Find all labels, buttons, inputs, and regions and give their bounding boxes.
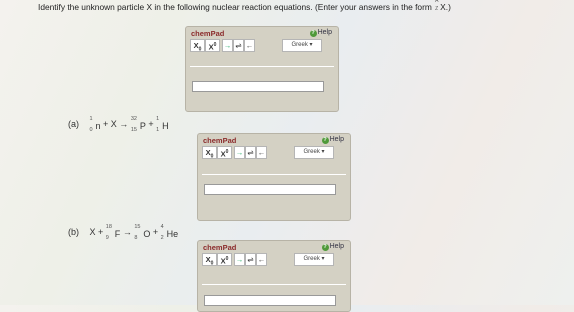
chempad-toolbar: X0 X0 → ⇌ ← Greek ▾ [198,146,350,160]
subscript-button[interactable]: X0 [190,39,205,53]
help-icon: ? [321,137,329,144]
divider [190,66,334,67]
equilibrium-arrow-button[interactable]: ⇌ [233,39,244,52]
chempad-top: chemPad ? Help X0 X0 → ⇌ ← Greek ▾ [185,26,339,112]
arrow-left-button[interactable]: ← [256,146,267,159]
chempad-title: chemPad [191,29,225,38]
superscript-button[interactable]: X0 [205,39,220,52]
question-a-equation: (a) 10n + X → 32 15 P + 11H [68,116,169,133]
superscript-button[interactable]: X0 [217,253,232,266]
chempad-title: chemPad [203,243,237,252]
subscript-button[interactable]: X0 [202,146,217,160]
answer-input-a[interactable] [204,184,336,195]
instructions: Identify the unknown particle X in the f… [38,0,451,12]
help-link[interactable]: ? Help [321,243,344,251]
help-link[interactable]: ? Help [321,136,344,144]
chempad-toolbar: X0 X0 → ⇌ ← Greek ▾ [198,253,350,267]
greek-dropdown[interactable]: Greek ▾ [294,253,334,266]
chempad-toolbar: X0 X0 → ⇌ ← Greek ▾ [186,39,338,53]
help-icon: ? [309,30,317,37]
equilibrium-arrow-button[interactable]: ⇌ [245,146,256,159]
answer-input-top[interactable] [192,81,324,92]
answer-input-b[interactable] [204,295,336,306]
question-b-equation: (b) X + 18 9 F → 15 8 O + 4 2 He [68,224,179,241]
arrow-right-button[interactable]: → [222,39,233,52]
divider [202,174,346,175]
help-link[interactable]: ? Help [309,29,332,37]
answer-format: A Z X.) [435,0,451,12]
arrow-left-button[interactable]: ← [256,253,267,266]
chempad-a: chemPad ? Help X0 X0 → ⇌ ← Greek ▾ [197,133,351,221]
arrow-right-button[interactable]: → [234,253,245,266]
greek-dropdown[interactable]: Greek ▾ [282,39,322,52]
chempad-b: chemPad ? Help X0 X0 → ⇌ ← Greek ▾ [197,240,351,312]
superscript-button[interactable]: X0 [217,146,232,159]
chempad-title: chemPad [203,136,237,145]
help-icon: ? [321,244,329,251]
arrow-right-button[interactable]: → [234,146,245,159]
greek-dropdown[interactable]: Greek ▾ [294,146,334,159]
divider [202,284,346,285]
subscript-button[interactable]: X0 [202,253,217,267]
arrow-left-button[interactable]: ← [244,39,255,52]
equilibrium-arrow-button[interactable]: ⇌ [245,253,256,266]
